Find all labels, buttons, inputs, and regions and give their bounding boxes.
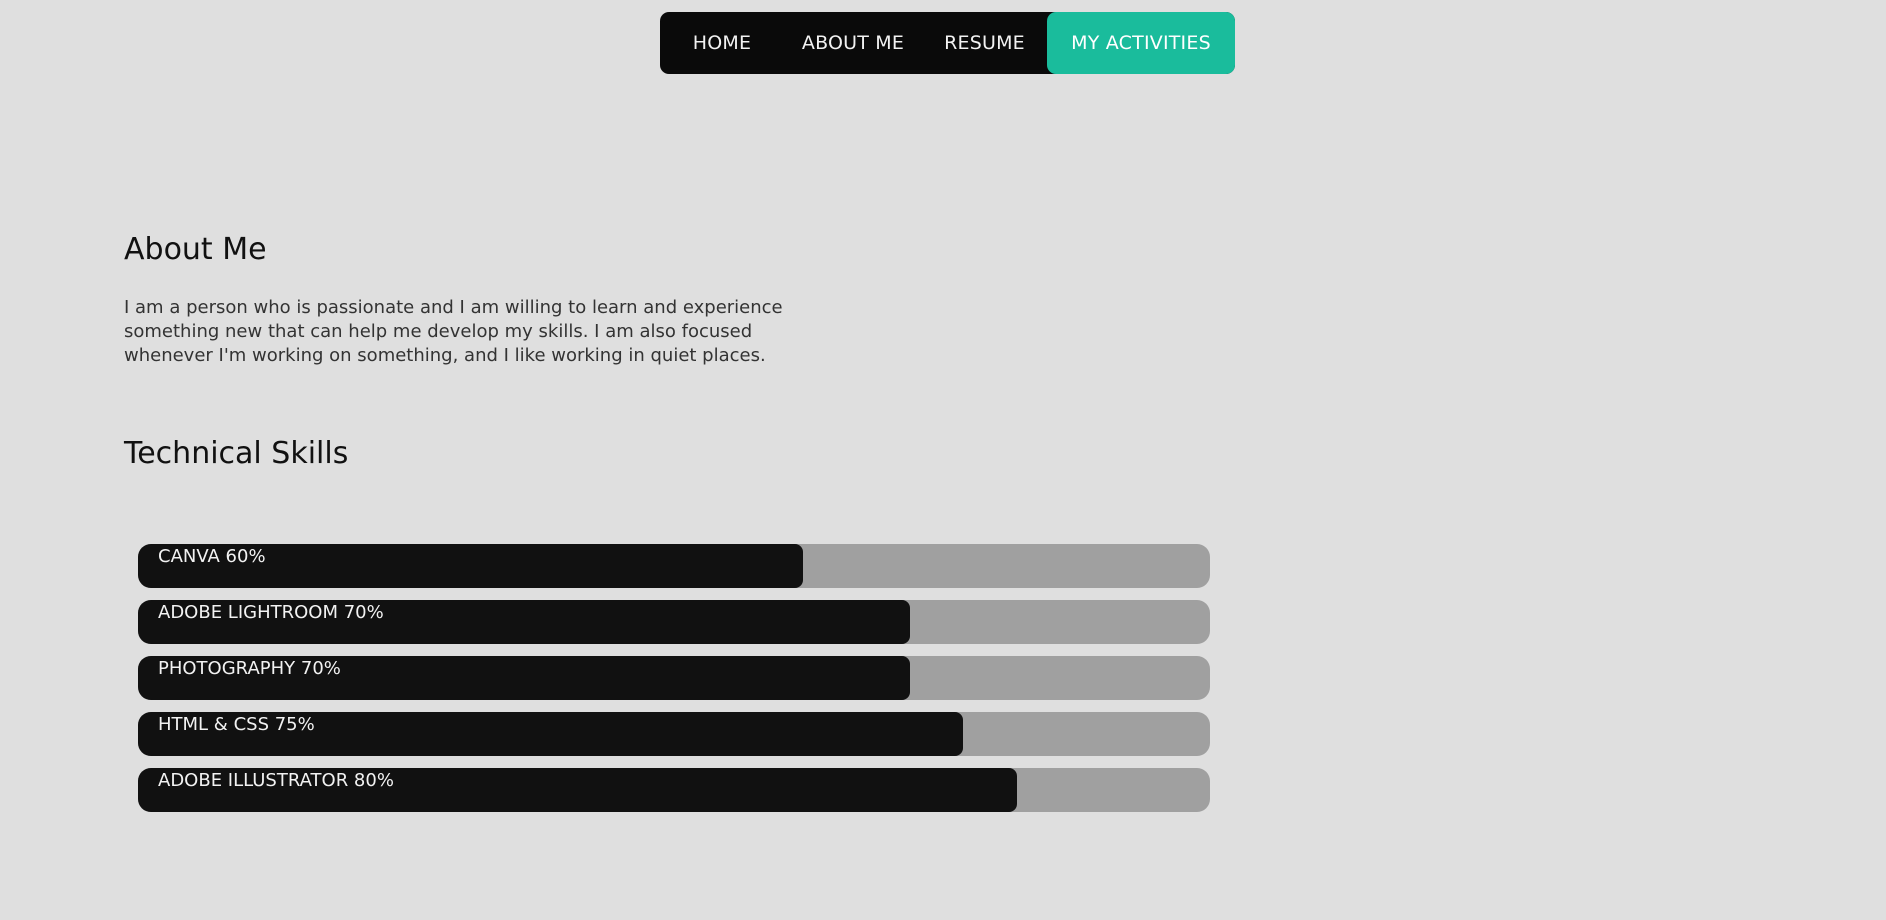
skill-bar-photography: PHOTOGRAPHY 70% <box>138 656 1210 700</box>
top-nav: HOME ABOUT ME RESUME MY ACTIVITIES <box>660 12 1235 74</box>
skill-label: CANVA 60% <box>158 546 266 567</box>
skill-label: ADOBE ILLUSTRATOR 80% <box>158 770 394 791</box>
skill-label: PHOTOGRAPHY 70% <box>158 658 341 679</box>
about-me-text: I am a person who is passionate and I am… <box>124 297 783 366</box>
skill-label: HTML & CSS 75% <box>158 714 315 735</box>
nav-about-me-link[interactable]: ABOUT ME <box>784 12 922 74</box>
nav-my-activities-link[interactable]: MY ACTIVITIES <box>1047 12 1235 74</box>
skill-bar-adobe-illustrator: ADOBE ILLUSTRATOR 80% <box>138 768 1210 812</box>
technical-skills-heading: Technical Skills <box>124 436 349 471</box>
skill-label: ADOBE LIGHTROOM 70% <box>158 602 384 623</box>
skill-bar-adobe-lightroom: ADOBE LIGHTROOM 70% <box>138 600 1210 644</box>
skill-bar-html-css: HTML & CSS 75% <box>138 712 1210 756</box>
skill-bar-canva: CANVA 60% <box>138 544 1210 588</box>
page: HOME ABOUT ME RESUME MY ACTIVITIES About… <box>0 0 1886 920</box>
nav-resume-link[interactable]: RESUME <box>922 12 1047 74</box>
about-me-heading: About Me <box>124 232 267 267</box>
skills-list: CANVA 60% ADOBE LIGHTROOM 70% PHOTOGRAPH… <box>138 544 1210 824</box>
nav-home-link[interactable]: HOME <box>660 12 784 74</box>
